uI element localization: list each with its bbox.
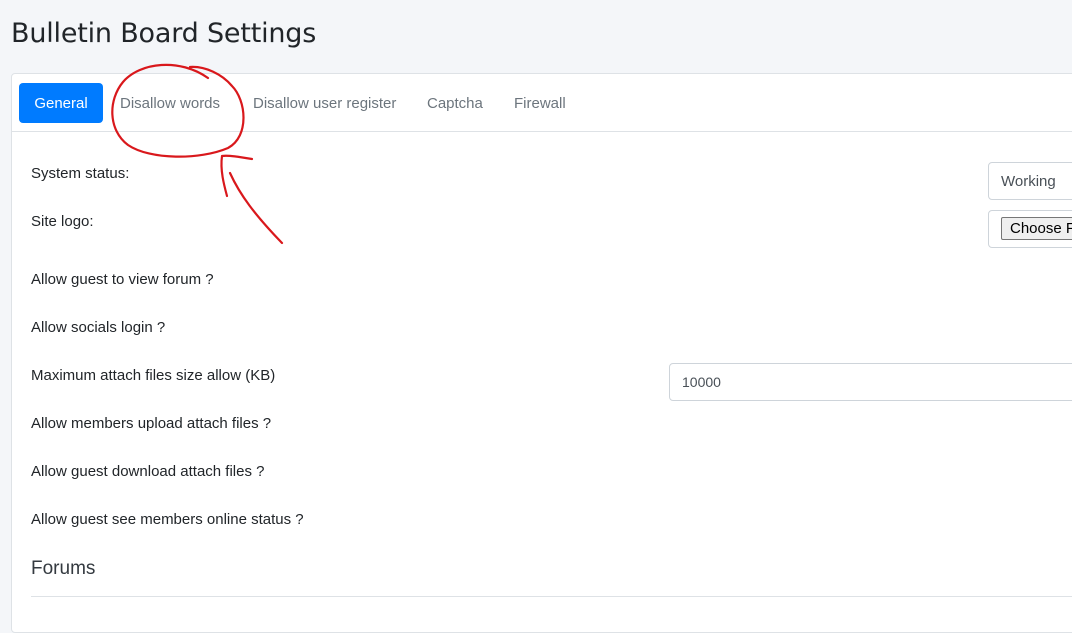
site-logo-file-input[interactable]: Choose File — [988, 210, 1072, 248]
choose-file-button[interactable]: Choose File — [1001, 217, 1072, 240]
allow-guest-online-status-label: Allow guest see members online status ? — [31, 511, 304, 528]
tab-disallow-words[interactable]: Disallow words — [104, 83, 236, 123]
allow-social-login-label: Allow socials login ? — [31, 319, 166, 336]
system-status-label: System status: — [31, 165, 130, 182]
section-divider — [31, 596, 1072, 597]
tab-captcha[interactable]: Captcha — [411, 83, 499, 123]
allow-member-upload-label: Allow members upload attach files ? — [31, 415, 272, 432]
page-title: Bulletin Board Settings — [11, 18, 317, 49]
tab-firewall[interactable]: Firewall — [498, 83, 582, 123]
forums-section-title: Forums — [31, 558, 96, 579]
site-logo-label: Site logo: — [31, 213, 94, 230]
allow-guest-view-label: Allow guest to view forum ? — [31, 271, 214, 288]
allow-guest-download-label: Allow guest download attach files ? — [31, 463, 265, 480]
tabs-bar: General Disallow words Disallow user reg… — [12, 74, 1072, 132]
max-attach-size-label: Maximum attach files size allow (KB) — [31, 367, 276, 384]
max-attach-size-input[interactable]: 10000 — [669, 363, 1072, 401]
settings-card: General Disallow words Disallow user reg… — [11, 73, 1072, 633]
tab-general[interactable]: General — [19, 83, 103, 123]
tab-disallow-user-register[interactable]: Disallow user register — [237, 83, 412, 123]
system-status-select[interactable]: Working — [988, 162, 1072, 200]
